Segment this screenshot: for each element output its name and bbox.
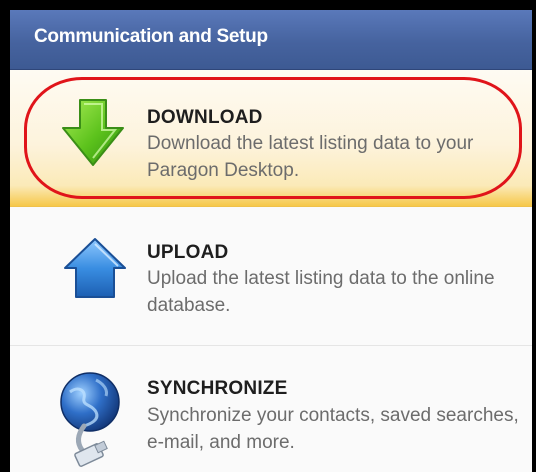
download-description: Download the latest listing data to your… <box>147 133 474 181</box>
synchronize-description: Synchronize your contacts, saved searche… <box>147 405 519 453</box>
panel-header: Communication and Setup <box>10 10 532 70</box>
upload-option[interactable]: UPLOAD Upload the latest listing data to… <box>10 207 532 346</box>
window-frame: Communication and Setup DOWNLOAD Downloa… <box>0 0 536 472</box>
synchronize-option[interactable]: SYNCHRONIZE Synchronize your contacts, s… <box>10 346 532 472</box>
globe-network-cable-icon <box>60 372 120 467</box>
upload-house-arrow-icon <box>64 238 126 298</box>
panel-title: Communication and Setup <box>34 26 268 47</box>
upload-title: UPLOAD <box>147 242 229 263</box>
download-title: DOWNLOAD <box>147 107 263 128</box>
communication-setup-panel: Communication and Setup DOWNLOAD Downloa… <box>10 10 532 472</box>
download-arrow-icon <box>62 99 124 166</box>
synchronize-title: SYNCHRONIZE <box>147 378 288 399</box>
download-option[interactable]: DOWNLOAD Download the latest listing dat… <box>10 70 532 207</box>
upload-description: Upload the latest listing data to the on… <box>147 268 495 316</box>
